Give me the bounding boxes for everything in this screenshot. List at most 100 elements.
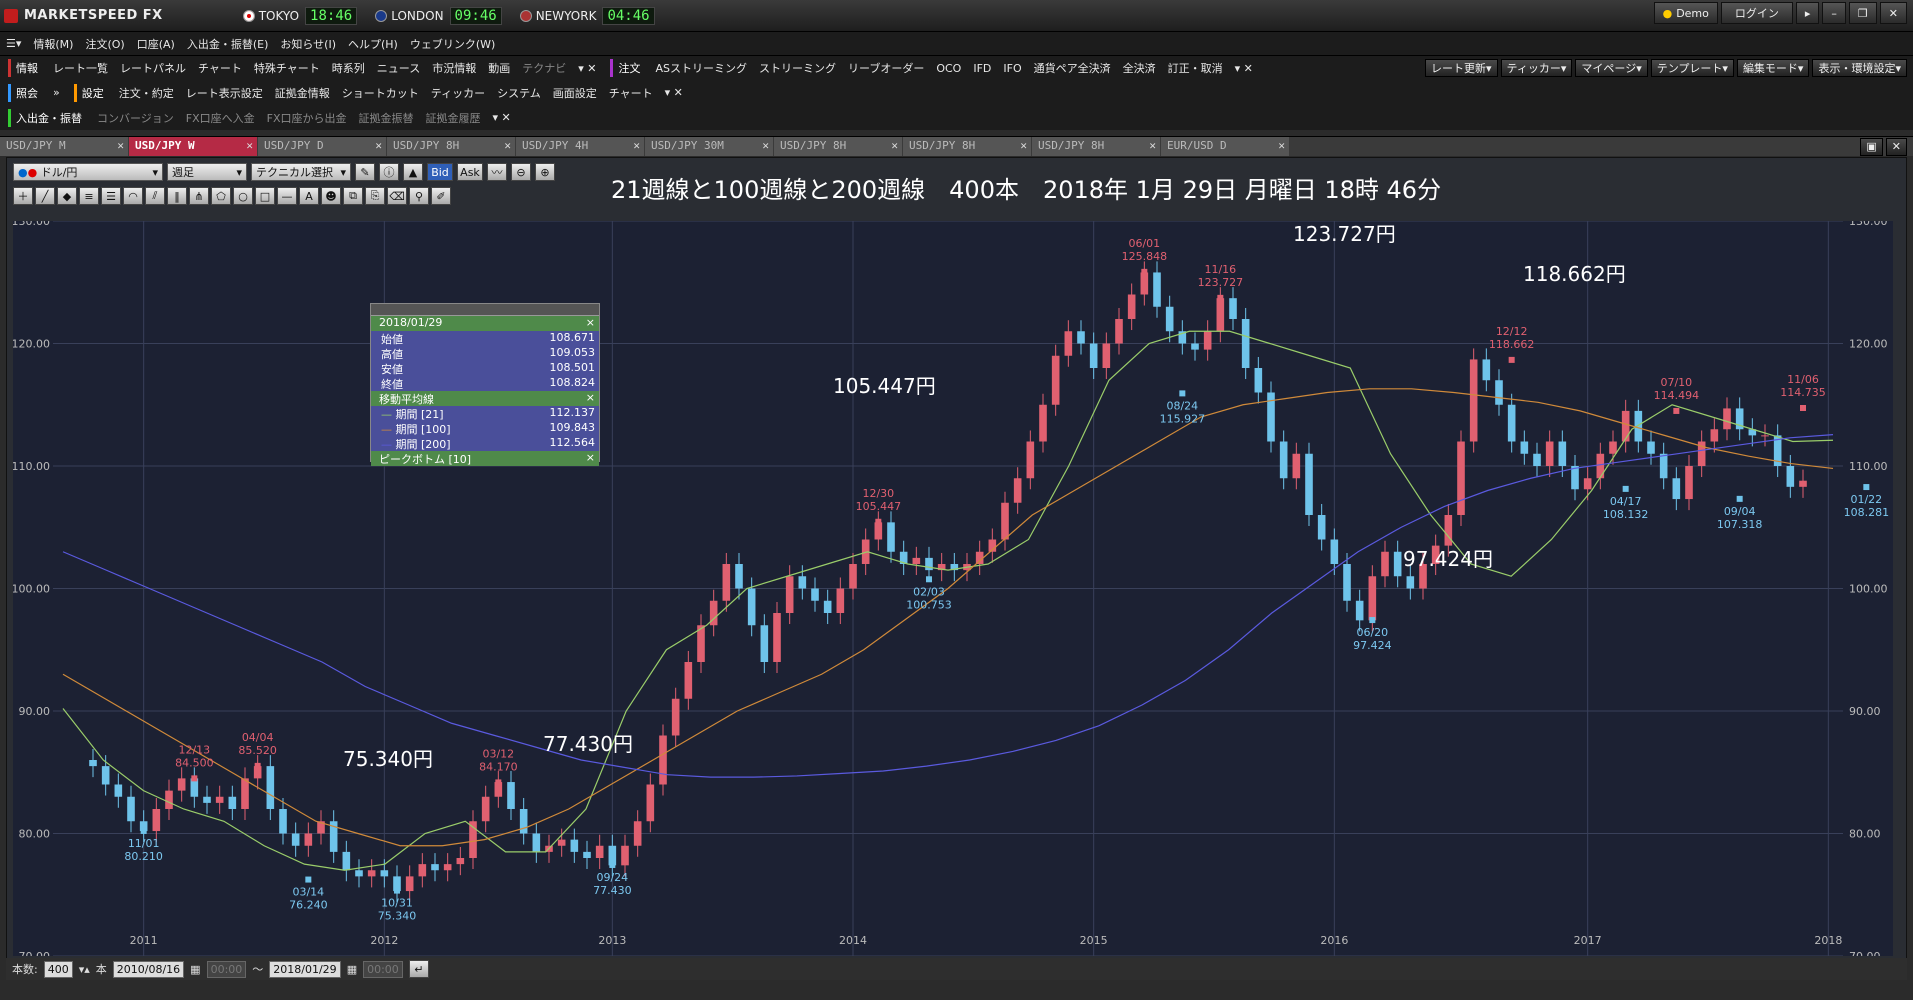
expand-icon[interactable]: ▸ (1795, 2, 1820, 24)
tb-all-settle[interactable]: 全決済 (1117, 60, 1162, 76)
tb-chart-settings[interactable]: チャート (603, 85, 659, 101)
tab-usdjpy-8h-4[interactable]: USD/JPY 8H ✕ (1032, 137, 1160, 156)
tb-margin-info[interactable]: 証拠金情報 (269, 85, 336, 101)
technical-select[interactable]: テクニカル選択 ▾ (251, 163, 351, 181)
tb-market[interactable]: 市況情報 (426, 60, 482, 76)
delete-icon[interactable]: ⌫ (387, 187, 407, 205)
tab-usdjpy-d[interactable]: USD/JPY D ✕ (258, 137, 386, 156)
tb-special-chart[interactable]: 特殊チャート (248, 60, 326, 76)
data-window[interactable]: 2018/01/29 × 始値 108.671 高値 109.053 安値 108.50… (370, 303, 600, 466)
tb-leave-order[interactable]: リーブオーダー (842, 60, 930, 76)
demo-button[interactable]: ● Demo (1653, 2, 1718, 24)
circle-icon[interactable]: ○ (233, 187, 253, 205)
tb-dropdown-icon[interactable]: ▾ ✕ (572, 62, 602, 75)
eraser-icon[interactable]: ◆ (57, 187, 77, 205)
text-icon[interactable]: A (299, 187, 319, 205)
tb-order-exec[interactable]: 注文・約定 (113, 85, 180, 101)
to-date-input[interactable]: 2018/01/29 (269, 960, 341, 978)
tb-modify-cancel[interactable]: 訂正・取消 (1162, 60, 1229, 76)
tb-technavi[interactable]: テクナビ (516, 60, 572, 76)
tb-news[interactable]: ニュース (371, 60, 426, 76)
tab-usdjpy-m[interactable]: USD/JPY M ✕ (0, 137, 128, 156)
tb-ifd[interactable]: IFD (967, 62, 997, 75)
tb-rate-list[interactable]: レート一覧 (47, 60, 114, 76)
line-chart-icon[interactable]: 〰 (487, 163, 507, 181)
pen-icon[interactable]: ✎ (355, 163, 375, 181)
rate-update-button[interactable]: レート更新▾ (1425, 59, 1498, 77)
tb-conversion[interactable]: コンバージョン (91, 110, 180, 126)
period-select[interactable]: 週足 ▾ (167, 163, 247, 181)
tb-dropdown3-icon[interactable]: ▾ ✕ (659, 86, 689, 99)
menu-notice[interactable]: お知らせ(I) (274, 36, 342, 52)
tb-chart[interactable]: チャート (192, 60, 248, 76)
menu-toggle-icon[interactable]: ☰▾ (0, 37, 27, 50)
minimize-icon[interactable]: – (1822, 2, 1846, 24)
tb-screen-settings[interactable]: 画面設定 (547, 85, 603, 101)
fibo-icon[interactable]: ☰ (101, 187, 121, 205)
tb-rate-display[interactable]: レート表示設定 (180, 85, 269, 101)
window-close-icon[interactable]: ✕ (1885, 137, 1907, 156)
tb-shortcut[interactable]: ショートカット (336, 85, 425, 101)
tab-usdjpy-8h-2[interactable]: USD/JPY 8H ✕ (774, 137, 902, 156)
tb-as-streaming[interactable]: ASストリーミング (649, 60, 753, 76)
from-date-input[interactable]: 2010/08/16 (112, 960, 185, 978)
tb-pair-settle[interactable]: 通貨ペア全決済 (1028, 60, 1117, 76)
paste-icon[interactable]: ⎘ (365, 187, 385, 205)
count-stepper-icon[interactable]: ▾▴ (79, 963, 90, 976)
price-chart[interactable]: 130.00 130.00 120.00 120.00 110.00 110.00 100.… (13, 221, 1893, 956)
tab-usdjpy-8h[interactable]: USD/JPY 8H ✕ (387, 137, 515, 156)
fan-icon[interactable]: ◠ (123, 187, 143, 205)
tb-ticker[interactable]: ティッカー (425, 85, 491, 101)
tb-deposit[interactable]: FX口座へ入金 (180, 110, 261, 126)
tab-eurusd-d[interactable]: EUR/USD D ✕ (1161, 137, 1289, 156)
count-input[interactable]: 400 (43, 960, 73, 978)
icon-stamp-icon[interactable]: ☻ (321, 187, 341, 205)
tb-rate-panel[interactable]: レートパネル (114, 60, 192, 76)
close-icon[interactable]: ✕ (1879, 2, 1907, 24)
cycle-icon[interactable]: ‖ (167, 187, 187, 205)
refresh-icon[interactable]: ↵ (408, 960, 429, 978)
maximize-icon[interactable]: ❐ (1848, 2, 1877, 24)
tb-video[interactable]: 動画 (482, 60, 516, 76)
login-button[interactable]: ログイン (1720, 2, 1793, 24)
tb-streaming[interactable]: ストリーミング (753, 60, 842, 76)
to-time-input[interactable]: 00:00 (363, 960, 403, 978)
calendar-icon[interactable]: ▦ (190, 963, 200, 976)
menu-info[interactable]: 情報(M) (27, 36, 79, 52)
tab-usdjpy-w[interactable]: USD/JPY W ✕ (129, 137, 257, 156)
menu-help[interactable]: ヘルプ(H) (342, 36, 404, 52)
tb-withdraw[interactable]: FX口座から出金 (261, 110, 353, 126)
rectangle-icon[interactable]: □ (255, 187, 275, 205)
drag-handle[interactable] (371, 304, 599, 316)
mypage-button[interactable]: マイページ▾ (1575, 59, 1648, 77)
tb-ifo[interactable]: IFO (997, 62, 1027, 75)
ticker-button[interactable]: ティッカー▾ (1500, 59, 1573, 77)
from-time-input[interactable]: 00:00 (206, 960, 247, 978)
pitchfork-icon[interactable]: ⋔ (189, 187, 209, 205)
copy-icon[interactable]: ⧉ (343, 187, 363, 205)
calendar-icon[interactable]: ▦ (347, 963, 357, 976)
tb-oco[interactable]: OCO (930, 62, 967, 75)
tb-system[interactable]: システム (491, 85, 547, 101)
tab-usdjpy-8h-3[interactable]: USD/JPY 8H ✕ (903, 137, 1031, 156)
ask-toggle[interactable]: Ask (457, 163, 483, 181)
display-settings-button[interactable]: 表示・環境設定▾ (1812, 59, 1907, 77)
area-chart-icon[interactable]: ▲ (403, 163, 423, 181)
menu-transfer[interactable]: 入出金・振替(E) (181, 36, 275, 52)
info-icon[interactable]: ⓘ (379, 163, 399, 181)
bid-toggle[interactable]: Bid (427, 163, 453, 181)
tb-timeseries[interactable]: 時系列 (326, 60, 371, 76)
tb-dropdown4-icon[interactable]: ▾ ✕ (487, 111, 517, 124)
channel-icon[interactable]: ⫽ (145, 187, 165, 205)
pin-icon[interactable]: ⚲ (409, 187, 429, 205)
zoom-in-icon[interactable]: ⊕ (535, 163, 555, 181)
menu-order[interactable]: 注文(O) (79, 36, 130, 52)
zoom-out-icon[interactable]: ⊖ (511, 163, 531, 181)
line-icon[interactable]: — (277, 187, 297, 205)
trendline-icon[interactable]: ╱ (35, 187, 55, 205)
edit-mode-button[interactable]: 編集モード▾ (1736, 59, 1810, 77)
tb-dropdown2-icon[interactable]: ▾ ✕ (1229, 62, 1259, 75)
menu-account[interactable]: 口座(A) (131, 36, 181, 52)
more-icon[interactable]: » (47, 86, 66, 99)
tb-margin-transfer[interactable]: 証拠金振替 (353, 110, 420, 126)
